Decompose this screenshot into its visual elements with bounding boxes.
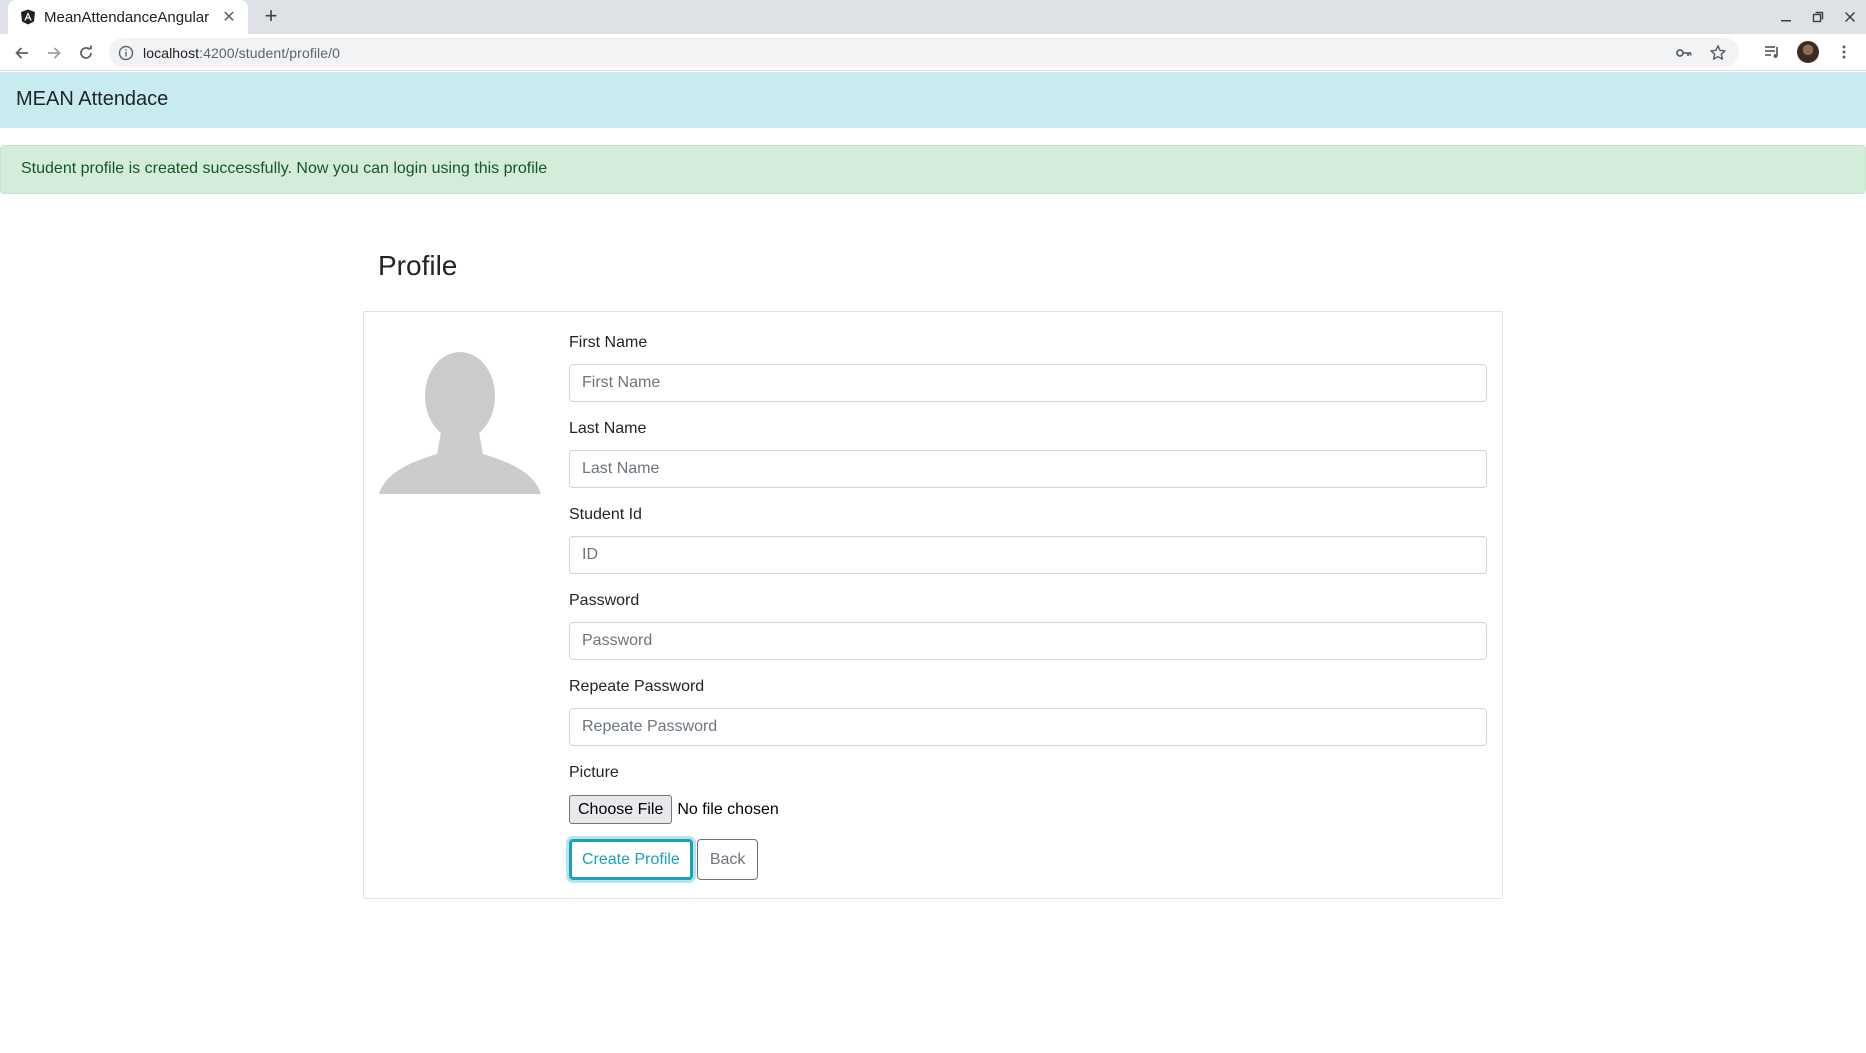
navbar-brand[interactable]: MEAN Attendace (16, 88, 168, 111)
star-icon[interactable] (1709, 44, 1727, 62)
info-icon[interactable] (118, 45, 134, 61)
media-queue-icon[interactable] (1758, 38, 1786, 66)
form-actions: Create Profile Back (569, 839, 759, 880)
profile-avatar[interactable] (1794, 38, 1822, 66)
restore-icon[interactable] (1802, 0, 1834, 34)
browser-toolbar: localhost:4200/student/profile/0 (0, 34, 1866, 71)
close-icon[interactable]: ✕ (220, 7, 238, 27)
close-window-icon[interactable] (1834, 0, 1866, 34)
back-arrow-icon[interactable] (8, 39, 36, 67)
last-name-label: Last Name (569, 420, 647, 437)
repeat-password-label: Repeate Password (569, 678, 705, 695)
page-title: Profile (378, 250, 458, 281)
last-name-input[interactable] (569, 450, 1487, 488)
choose-file-button[interactable]: Choose File (569, 795, 673, 824)
file-status-text: No file chosen (677, 800, 779, 818)
first-name-label: First Name (569, 334, 648, 351)
password-input[interactable] (569, 622, 1487, 660)
browser-tab-strip: MeanAttendanceAngular ✕ + (0, 0, 1866, 34)
profile-card: First Name Last Name Student Id Password… (363, 311, 1503, 899)
first-name-input[interactable] (569, 364, 1487, 402)
kebab-menu-icon[interactable] (1830, 38, 1858, 66)
default-user-icon (379, 352, 541, 494)
reload-icon[interactable] (72, 39, 100, 67)
student-id-label: Student Id (569, 506, 642, 523)
url-path: :4200/student/profile/0 (199, 44, 340, 61)
password-label: Password (569, 592, 640, 609)
create-profile-button[interactable]: Create Profile (569, 839, 693, 880)
url-text: localhost:4200/student/profile/0 (143, 45, 340, 61)
file-input: Choose File No file chosen (569, 795, 779, 824)
picture-label: Picture (569, 764, 619, 781)
forward-arrow-icon[interactable] (40, 39, 68, 67)
tab-title: MeanAttendanceAngular (44, 8, 210, 26)
student-id-input[interactable] (569, 536, 1487, 574)
success-alert: Student profile is created successfully.… (0, 145, 1866, 194)
address-bar[interactable]: localhost:4200/student/profile/0 (109, 38, 1739, 67)
key-icon[interactable] (1675, 44, 1693, 62)
back-button[interactable]: Back (696, 839, 759, 880)
window-controls (1770, 0, 1866, 34)
angular-icon (21, 9, 35, 25)
url-host: localhost (143, 44, 200, 61)
repeat-password-input[interactable] (569, 708, 1487, 746)
browser-tab[interactable]: MeanAttendanceAngular ✕ (8, 0, 248, 34)
app-navbar: MEAN Attendace (0, 72, 1866, 128)
plus-icon[interactable]: + (258, 4, 284, 30)
minimize-icon[interactable] (1770, 0, 1802, 34)
